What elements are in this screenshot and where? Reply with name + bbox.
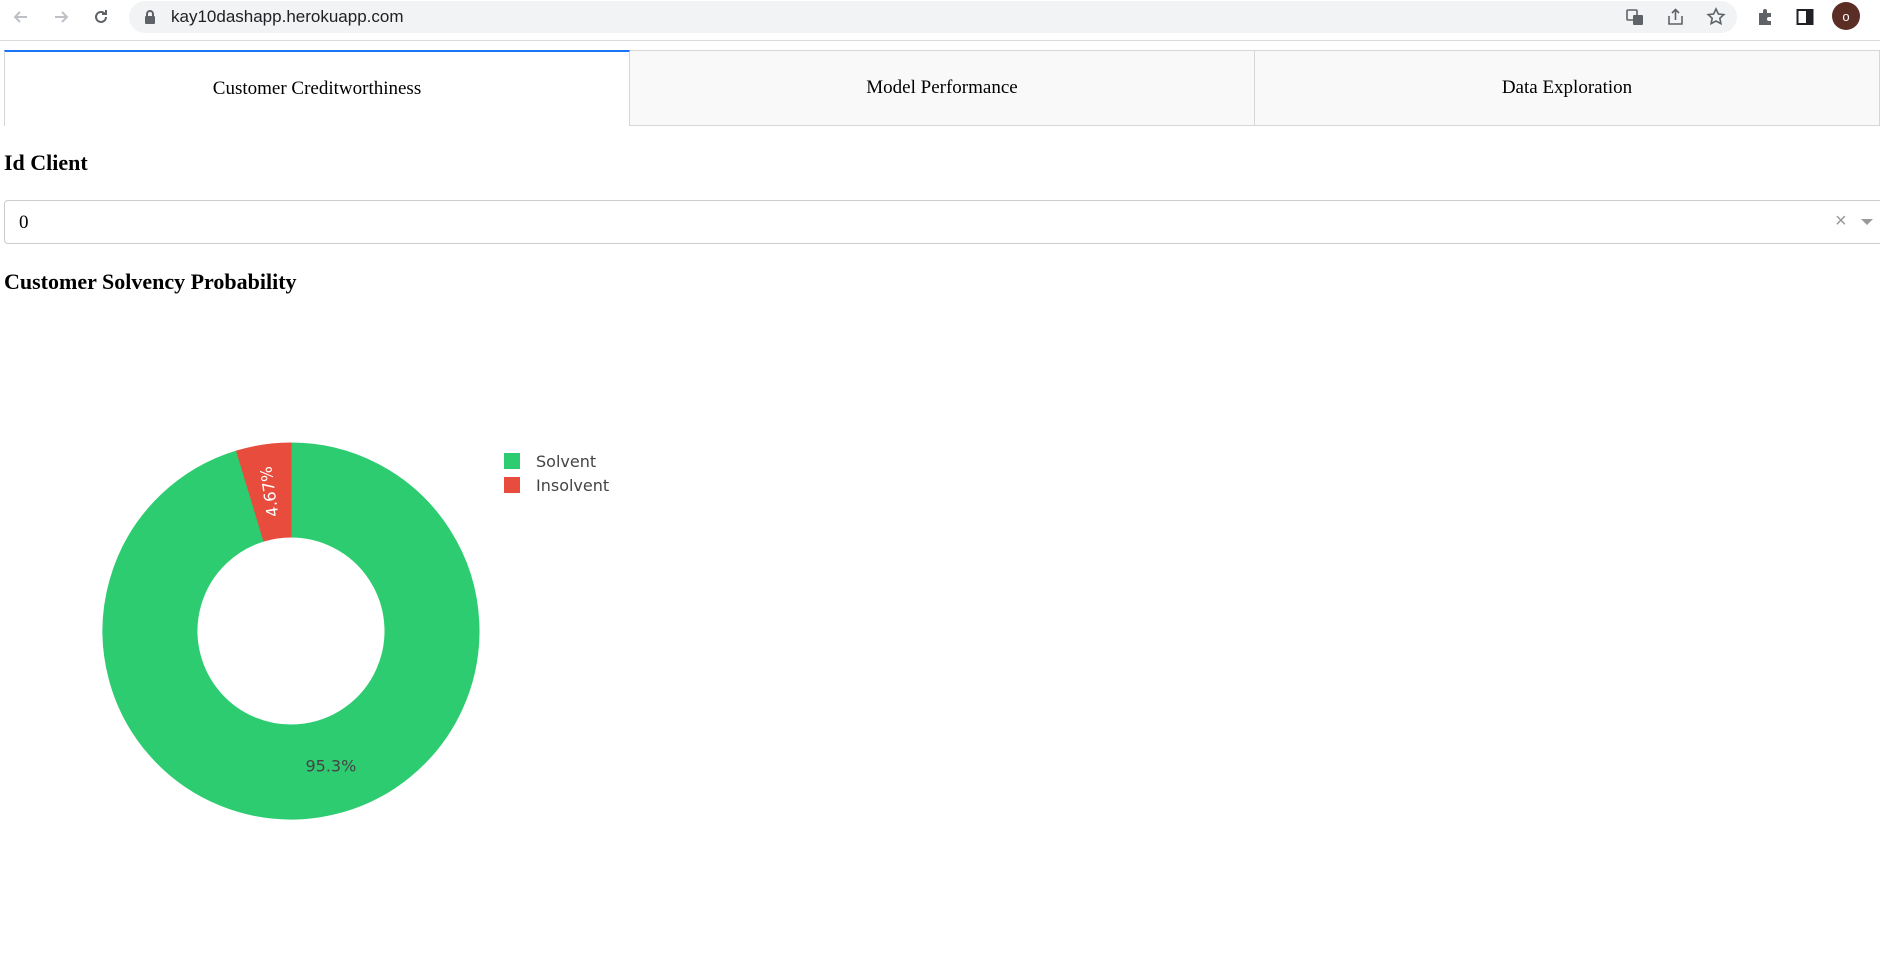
share-icon [1668,8,1683,25]
chevron-down-icon[interactable] [1861,219,1873,225]
back-button[interactable] [7,3,35,31]
share-button[interactable] [1664,5,1688,29]
clear-icon[interactable]: × [1835,210,1847,233]
toolbar-divider [0,40,1880,41]
legend-label-solvent[interactable]: Solvent [536,452,596,471]
puzzle-icon [1759,9,1771,25]
slice-label-solvent: 95.3% [305,757,356,776]
star-icon [1706,7,1726,26]
extensions-button[interactable] [1752,4,1778,30]
tab-data-exploration[interactable]: Data Exploration [1255,50,1880,126]
solvency-probability-heading: Customer Solvency Probability [4,269,297,294]
back-arrow-icon [13,11,27,23]
forward-button[interactable] [47,3,75,31]
profile-avatar[interactable]: o [1832,2,1860,30]
lock-icon [145,10,155,24]
browser-toolbar: kay10dashapp.herokuapp.com o [0,0,1880,34]
url-text: kay10dashapp.herokuapp.com [171,7,404,26]
bookmark-button[interactable] [1704,5,1728,29]
solvency-donut-chart: 95.3%4.67% SolventInsolvent [102,442,609,820]
translate-icon [1626,9,1643,25]
dropdown-selected-value: 0 [19,212,29,233]
tab-model-performance[interactable]: Model Performance [630,50,1255,126]
side-panel-button[interactable] [1792,4,1818,30]
address-bar[interactable]: kay10dashapp.herokuapp.com [129,1,1737,33]
tab-bar: Customer Creditworthiness Model Performa… [4,50,1880,126]
reload-button[interactable] [87,3,115,31]
legend-swatch-insolvent[interactable] [504,477,520,493]
reload-icon [95,10,107,23]
id-client-heading: Id Client [4,150,88,175]
legend-label-insolvent[interactable]: Insolvent [536,476,609,495]
tab-customer-creditworthiness[interactable]: Customer Creditworthiness [4,50,630,126]
id-client-dropdown[interactable]: 0 × [4,200,1880,244]
forward-arrow-icon [55,11,69,23]
side-panel-icon [1796,9,1814,25]
translate-button[interactable] [1623,5,1647,29]
legend-swatch-solvent[interactable] [504,453,520,469]
